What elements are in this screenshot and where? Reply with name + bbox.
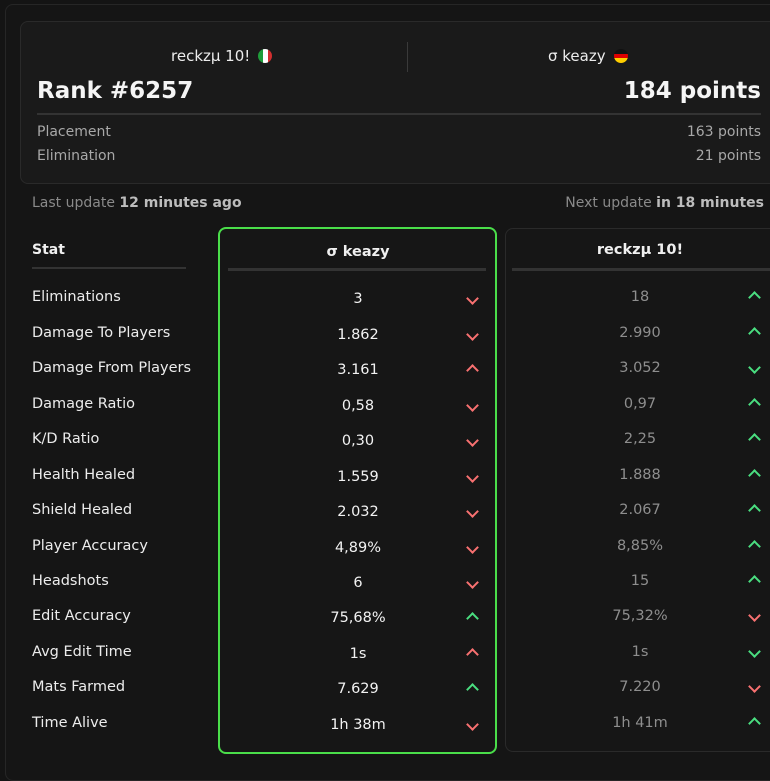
player-me-value: 2.032 (337, 504, 379, 520)
chevron-down-icon (465, 541, 479, 555)
player-me-value: 0,58 (341, 398, 375, 414)
match-card: reckzµ 10! σ keazy Rank #6257 184 points… (20, 21, 770, 184)
chevron-up-icon (747, 397, 761, 412)
player-me-value: 6 (353, 575, 363, 591)
breakdown-value: 163 points (686, 124, 761, 140)
player-opponent-value: 1s (631, 644, 649, 660)
player-opponent-value: 2,25 (623, 431, 657, 447)
breakdown-value: 21 points (695, 148, 761, 164)
player-left-name: reckzµ 10! (171, 47, 251, 65)
chevron-up-icon (465, 363, 479, 378)
chevron-up-icon (747, 468, 761, 483)
chevron-down-icon (747, 609, 761, 623)
player-me-title-underline (228, 268, 486, 271)
stat-label: Headshots (32, 573, 109, 589)
next-update: Next update in 18 minutes (565, 195, 764, 211)
stat-label: Health Healed (32, 467, 136, 483)
player-me-value: 7.629 (337, 681, 379, 697)
player-me-value: 1.862 (337, 327, 379, 343)
player-me-value: 0,30 (341, 433, 375, 449)
player-opponent-value: 18 (630, 289, 650, 305)
chevron-up-icon (465, 647, 479, 662)
stat-label: Eliminations (32, 289, 121, 305)
chevron-up-icon (465, 611, 479, 626)
stat-label: Damage To Players (32, 325, 171, 341)
player-opponent-value: 15 (630, 573, 650, 589)
player-opponent-value: 7.220 (619, 679, 661, 695)
chevron-down-icon (465, 328, 479, 342)
chevron-down-icon (747, 645, 761, 659)
chevron-down-icon (465, 399, 479, 413)
player-divider (407, 42, 408, 72)
player-opponent-value: 0,97 (623, 396, 657, 412)
player-opponent-value: 2.990 (619, 325, 661, 341)
player-me-column-title[interactable]: σ keazy (228, 244, 488, 260)
last-update: Last update 12 minutes ago (32, 195, 242, 211)
player-opponent-title-underline (512, 268, 770, 271)
stat-label: Damage From Players (32, 360, 192, 376)
chevron-down-icon (465, 292, 479, 306)
player-me-value: 1.559 (337, 469, 379, 485)
stat-label: Edit Accuracy (32, 608, 131, 624)
germany-flag-icon (613, 49, 628, 63)
last-update-value: 12 minutes ago (119, 195, 242, 211)
breakdown-label: Placement (37, 124, 111, 140)
player-opponent-column-title[interactable]: reckzµ 10! (512, 242, 768, 258)
next-update-value: in 18 minutes (656, 195, 764, 211)
player-left[interactable]: reckzµ 10! (171, 47, 273, 65)
stat-label: Player Accuracy (32, 538, 148, 554)
player-opponent-value: 1h 41m (612, 715, 668, 731)
player-opponent-value: 1.888 (619, 467, 661, 483)
breakdown-row-placement: Placement 163 points (37, 124, 761, 140)
chevron-down-icon (747, 680, 761, 694)
stat-label: Time Alive (32, 715, 108, 731)
italy-flag-icon (258, 49, 273, 63)
chevron-up-icon (747, 716, 761, 731)
player-opponent-value: 3.052 (619, 360, 661, 376)
chevron-down-icon (465, 718, 479, 732)
player-right-name: σ keazy (548, 47, 606, 65)
stat-label: Avg Edit Time (32, 644, 132, 660)
stat-column-header: Stat (32, 242, 65, 258)
player-me-value: 75,68% (330, 610, 386, 626)
divider (37, 113, 761, 115)
player-me-value: 3.161 (337, 362, 379, 378)
chevron-down-icon (465, 576, 479, 590)
stat-header-underline (32, 267, 186, 269)
breakdown-row-elimination: Elimination 21 points (37, 148, 761, 164)
player-me-value: 1h 38m (330, 717, 386, 733)
player-opponent-value: 8,85% (616, 538, 664, 554)
breakdown-label: Elimination (37, 148, 116, 164)
player-me-value: 1s (349, 646, 367, 662)
player-me-value: 3 (353, 291, 363, 307)
chevron-up-icon (747, 539, 761, 554)
chevron-up-icon (747, 432, 761, 447)
player-opponent-column (505, 228, 770, 752)
rank-label: Rank #6257 (37, 78, 194, 104)
stat-label: Shield Healed (32, 502, 133, 518)
stat-label: Mats Farmed (32, 679, 126, 695)
player-opponent-value: 75,32% (612, 608, 668, 624)
chevron-up-icon (747, 326, 761, 341)
chevron-down-icon (465, 470, 479, 484)
stat-label: K/D Ratio (32, 431, 100, 447)
last-update-label: Last update (32, 195, 115, 211)
chevron-up-icon (747, 290, 761, 305)
chevron-down-icon (465, 434, 479, 448)
chevron-down-icon (747, 361, 761, 375)
player-right[interactable]: σ keazy (548, 47, 628, 65)
player-me-value: 4,89% (334, 540, 382, 556)
chevron-up-icon (465, 682, 479, 697)
chevron-up-icon (747, 503, 761, 518)
player-opponent-value: 2.067 (619, 502, 661, 518)
stat-label: Damage Ratio (32, 396, 136, 412)
chevron-up-icon (747, 574, 761, 589)
chevron-down-icon (465, 505, 479, 519)
next-update-label: Next update (565, 195, 652, 211)
points-total: 184 points (623, 78, 761, 104)
